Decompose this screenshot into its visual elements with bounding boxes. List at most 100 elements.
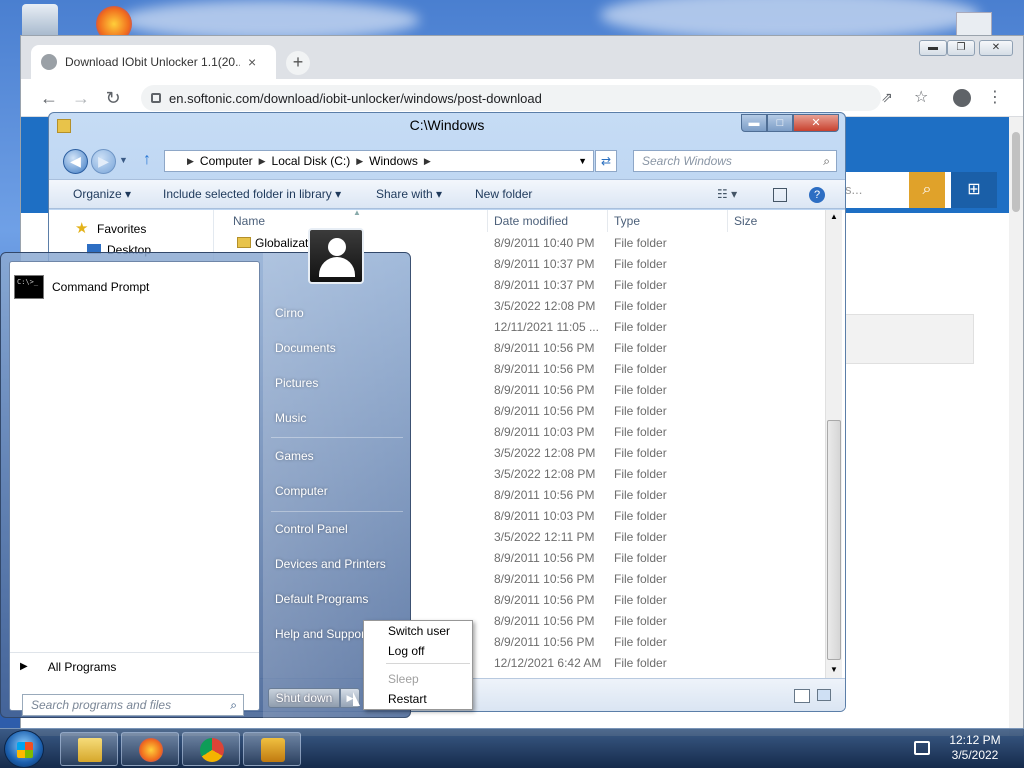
breadcrumb-separator-icon: ▶ — [187, 155, 194, 166]
page-scroll-thumb[interactable] — [1012, 132, 1020, 212]
explorer-minimize-button[interactable]: ▬ — [741, 114, 767, 132]
change-view-icon[interactable]: ☷ ▾ — [717, 187, 737, 201]
breadcrumb-computer[interactable]: Computer — [200, 154, 253, 168]
refresh-button[interactable]: ⇄ — [595, 150, 617, 172]
explorer-search-input[interactable]: Search Windows ⌕ — [633, 150, 837, 172]
clock-time: 12:12 PM — [949, 733, 1001, 747]
preview-pane-icon[interactable] — [773, 188, 787, 202]
link-help-and-support[interactable]: Help and Support — [275, 627, 368, 641]
browser-tab[interactable]: Download IObit Unlocker 1.1(20... × — [31, 45, 276, 79]
forward-button[interactable]: → — [71, 88, 91, 109]
file-date-modified: 12/11/2021 11:05 ... — [494, 320, 599, 334]
explorer-back-button[interactable]: ◀ — [63, 149, 88, 174]
taskbar-firefox[interactable] — [121, 732, 179, 766]
taskbar-iobit-unlocker[interactable] — [243, 732, 301, 766]
reload-button[interactable]: ↻ — [103, 88, 123, 109]
column-size[interactable]: Size — [734, 214, 757, 228]
explorer-close-button[interactable]: ✕ — [793, 114, 839, 132]
large-icons-view-icon[interactable] — [817, 689, 831, 701]
start-button[interactable] — [4, 730, 44, 768]
file-type: File folder — [614, 614, 667, 628]
start-search-input[interactable]: Search programs and files ⌕ — [22, 694, 244, 716]
column-name[interactable]: Name — [233, 214, 265, 228]
link-pictures[interactable]: Pictures — [275, 376, 318, 390]
user-avatar[interactable] — [308, 228, 364, 284]
link-games[interactable]: Games — [275, 449, 314, 463]
explorer-maximize-button[interactable]: □ — [767, 114, 793, 132]
log-off-item[interactable]: Log off — [388, 644, 424, 658]
start-menu-programs-pane: C:\>_ Command Prompt ▶ All Programs Sear… — [9, 261, 260, 716]
windows-platform-icon[interactable]: ⊞ — [951, 172, 997, 208]
file-list-scroll-thumb[interactable] — [827, 420, 841, 660]
folder-icon — [78, 738, 102, 762]
link-default-programs[interactable]: Default Programs — [275, 592, 368, 606]
file-date-modified: 12/12/2021 6:42 AM — [494, 656, 602, 670]
link-computer[interactable]: Computer — [275, 484, 328, 498]
column-divider[interactable] — [727, 210, 728, 232]
back-button[interactable]: ← — [39, 88, 59, 109]
link-music[interactable]: Music — [275, 411, 306, 425]
file-date-modified: 8/9/2011 10:56 PM — [494, 593, 595, 607]
breadcrumb[interactable]: ▶ Computer ▶ Local Disk (C:) ▶ Windows ▶… — [164, 150, 594, 172]
command-prompt-item[interactable]: C:\>_ Command Prompt — [14, 272, 254, 302]
scroll-down-icon[interactable]: ▼ — [830, 665, 838, 674]
breadcrumb-dropdown-icon[interactable]: ▼ — [578, 156, 587, 166]
column-type[interactable]: Type — [614, 214, 640, 228]
chrome-restore-button[interactable]: ❐ — [947, 40, 975, 56]
breadcrumb-separator-icon: ▶ — [356, 155, 364, 166]
details-view-icon[interactable] — [794, 689, 810, 703]
file-date-modified: 8/9/2011 10:56 PM — [494, 635, 595, 649]
clock[interactable]: 12:12 PM 3/5/2022 — [940, 733, 1010, 763]
chrome-minimize-button[interactable]: ▬ — [919, 40, 947, 56]
share-icon[interactable]: ⇗ — [881, 89, 893, 106]
include-in-library-menu[interactable]: Include selected folder in library ▾ — [163, 187, 341, 201]
search-icon: ⌕ — [230, 698, 237, 712]
nav-favorites[interactable]: Favorites — [97, 222, 146, 236]
file-type: File folder — [614, 425, 667, 439]
column-date-modified[interactable]: Date modified — [494, 214, 568, 228]
breadcrumb-windows[interactable]: Windows — [369, 154, 418, 168]
help-icon[interactable]: ? — [809, 187, 825, 203]
site-search-button[interactable]: ⌕ — [909, 172, 945, 208]
explorer-forward-button[interactable]: ▶ — [91, 149, 116, 174]
restart-item[interactable]: Restart — [388, 692, 427, 706]
file-type: File folder — [614, 236, 667, 250]
column-divider[interactable] — [487, 210, 488, 232]
file-date-modified: 3/5/2022 12:08 PM — [494, 299, 596, 313]
chrome-icon — [200, 738, 224, 762]
file-type: File folder — [614, 383, 667, 397]
up-arrow-icon[interactable]: ↑ — [143, 151, 151, 169]
file-type: File folder — [614, 488, 667, 502]
switch-user-item[interactable]: Switch user — [388, 624, 450, 638]
page-scrollbar[interactable] — [1009, 117, 1023, 736]
column-divider[interactable] — [607, 210, 608, 232]
all-programs-button[interactable]: ▶ All Programs — [10, 652, 259, 680]
file-row[interactable]: 8/9/2011 10:40 PM File folder — [215, 233, 815, 254]
file-type: File folder — [614, 593, 667, 607]
file-list-scrollbar[interactable]: ▲ ▼ — [825, 210, 842, 678]
scroll-up-icon[interactable]: ▲ — [830, 212, 838, 221]
organize-menu[interactable]: Organize ▾ — [73, 187, 131, 201]
file-date-modified: 8/9/2011 10:03 PM — [494, 425, 595, 439]
profile-avatar-icon[interactable] — [953, 89, 971, 107]
share-with-menu[interactable]: Share with ▾ — [376, 187, 442, 201]
softonic-favicon-icon — [41, 54, 57, 70]
clock-date: 3/5/2022 — [951, 748, 999, 762]
new-folder-button[interactable]: New folder — [475, 187, 532, 201]
network-icon[interactable] — [914, 741, 930, 755]
address-bar[interactable]: en.softonic.com/download/iobit-unlocker/… — [141, 85, 881, 111]
taskbar-explorer[interactable] — [60, 732, 118, 766]
chrome-close-button[interactable]: ✕ — [979, 40, 1013, 56]
link-control-panel[interactable]: Control Panel — [275, 522, 348, 536]
link-user[interactable]: Cirno — [275, 306, 304, 320]
tab-close-icon[interactable]: × — [248, 54, 256, 70]
new-tab-button[interactable]: + — [286, 51, 310, 75]
breadcrumb-local-disk[interactable]: Local Disk (C:) — [272, 154, 351, 168]
chrome-menu-icon[interactable]: ⋮ — [987, 87, 1003, 107]
recent-pages-chevron-icon[interactable]: ▼ — [119, 155, 128, 165]
bookmark-star-icon[interactable]: ☆ — [914, 87, 928, 107]
taskbar-chrome[interactable] — [182, 732, 240, 766]
link-documents[interactable]: Documents — [275, 341, 336, 355]
shut-down-button[interactable]: Shut down — [268, 688, 340, 708]
link-devices-and-printers[interactable]: Devices and Printers — [275, 557, 386, 571]
